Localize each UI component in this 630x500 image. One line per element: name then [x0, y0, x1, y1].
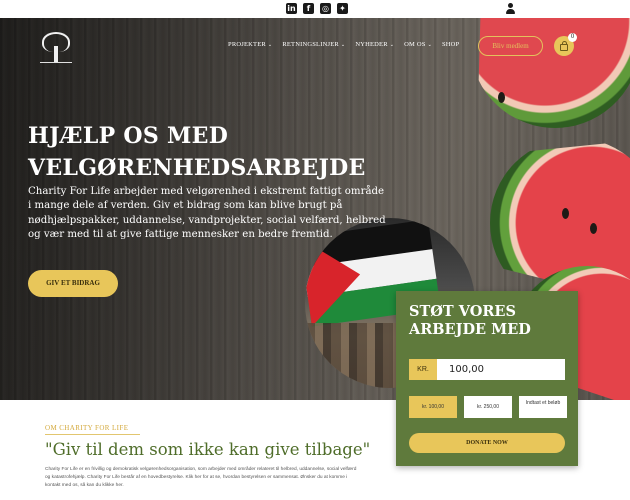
nav-item-retningslinjer[interactable]: RETNINGSLINJER ⌄	[282, 41, 345, 48]
give-donation-button[interactable]: GIV ET BIDRAG	[28, 270, 118, 297]
nav-item-projekter[interactable]: PROJEKTER ⌄	[228, 41, 272, 48]
donate-now-button[interactable]: DONATE NOW	[409, 433, 565, 453]
instagram-icon[interactable]: ◎	[320, 3, 331, 14]
nav-item-nyheder[interactable]: NYHEDER ⌄	[355, 41, 394, 48]
donation-title: STØT VORES ARBEJDE MED	[409, 303, 531, 338]
watermelon-seed	[498, 92, 505, 103]
linkedin-icon[interactable]: in	[286, 3, 297, 14]
twitter-icon[interactable]: ✦	[337, 3, 348, 14]
amount-value: 100,00	[449, 364, 484, 375]
user-icon[interactable]	[505, 3, 516, 15]
chevron-down-icon: ⌄	[340, 43, 346, 48]
chevron-down-icon: ⌄	[389, 43, 395, 48]
amount-input[interactable]: KR. 100,00	[409, 359, 565, 380]
logo-base-line	[40, 62, 72, 63]
chevron-down-icon: ⌄	[427, 43, 432, 48]
hero-headline-line2: VELGØRENHEDSARBEJDE	[28, 155, 366, 181]
amount-presets: kr. 100,00 kr. 250,00 Indtast et beløb	[409, 396, 567, 418]
preset-100-button[interactable]: kr. 100,00	[409, 396, 457, 418]
nav-item-shop[interactable]: SHOP	[442, 41, 459, 48]
donation-panel: STØT VORES ARBEJDE MED KR. 100,00 kr. 10…	[396, 291, 578, 466]
facebook-icon[interactable]: f	[303, 3, 314, 14]
cart-icon	[560, 44, 568, 51]
site-logo[interactable]	[38, 30, 74, 70]
user-icon-head	[508, 3, 513, 8]
chevron-down-icon: ⌄	[267, 43, 273, 48]
hero-headline-line1: HJÆLP OS MED	[28, 123, 229, 149]
watermelon-seed	[590, 223, 597, 234]
tree-trunk	[54, 46, 58, 62]
watermelon-seed	[562, 208, 569, 219]
user-icon-body	[506, 9, 515, 14]
about-section-label: OM CHARITY FOR LIFE	[45, 424, 129, 432]
about-quote: "Giv til dem som ikke kan give tilbage"	[45, 440, 371, 459]
become-member-button[interactable]: Bliv medlem	[478, 36, 543, 56]
nav-item-om-os[interactable]: OM OS ⌄	[404, 41, 432, 48]
social-links: in f ◎ ✦	[286, 3, 348, 14]
about-body-text: Charity For Life er en frivillig og demo…	[45, 467, 357, 488]
main-navigation: PROJEKTER ⌄ RETNINGSLINJER ⌄ NYHEDER ⌄ OM O…	[228, 41, 459, 48]
hero-lead-text: Charity For Life arbejder med velgørenhe…	[28, 186, 386, 241]
preset-custom-button[interactable]: Indtast et beløb	[519, 396, 567, 418]
top-bar: in f ◎ ✦	[0, 0, 630, 18]
preset-250-button[interactable]: kr. 250,00	[464, 396, 512, 418]
about-label-underline	[45, 434, 140, 435]
hero-headline: HJÆLP OS MED VELGØRENHEDSARBEJDE	[28, 120, 368, 184]
currency-label: KR.	[409, 359, 437, 380]
cart-count-badge: 0	[568, 33, 577, 42]
